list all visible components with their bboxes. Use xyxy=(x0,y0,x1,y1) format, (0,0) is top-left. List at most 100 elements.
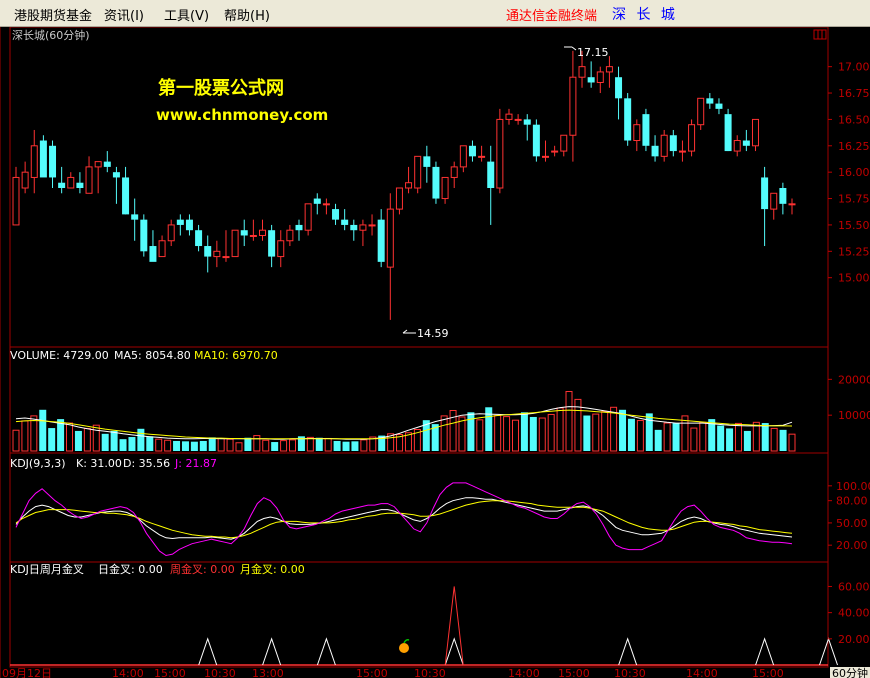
candle-body xyxy=(386,208,394,268)
price-tick-label: 16.75 xyxy=(838,87,870,100)
volume-bar xyxy=(173,440,181,451)
price-tick-label: 17.00 xyxy=(838,61,870,74)
volume-bar xyxy=(280,440,288,452)
candle-body xyxy=(67,176,75,189)
cross-month-label: 月金叉: 0.00 xyxy=(240,562,305,576)
volume-bar xyxy=(128,437,136,451)
volume-bar xyxy=(235,442,243,452)
candle-body xyxy=(706,98,714,104)
candle-body xyxy=(204,246,212,257)
volume-bar xyxy=(788,433,796,452)
volume-bar xyxy=(761,423,769,451)
kdj-tick-label: 50.00 xyxy=(836,517,868,530)
time-tick-label: 14:00 xyxy=(508,667,540,678)
volume-bar xyxy=(440,415,448,452)
price-tick-label: 16.50 xyxy=(838,113,870,126)
volume-bar xyxy=(654,429,662,451)
candle-body xyxy=(642,114,650,146)
menu-bar: 港股期货基金 资讯(I) 工具(V) 帮助(H) 通达信金融终端 深 长 城 xyxy=(0,0,870,27)
volume-bar xyxy=(743,430,751,451)
candle-body xyxy=(377,219,385,262)
volume-bar xyxy=(494,415,502,452)
volume-bar xyxy=(164,439,172,452)
candle-body xyxy=(478,155,486,158)
candle-body xyxy=(122,177,130,215)
volume-bar xyxy=(529,416,537,451)
price-tick-label: 16.00 xyxy=(838,166,870,179)
ma10-label: MA10: 6970.70 xyxy=(194,349,278,362)
kdj-tick-label: 20.00 xyxy=(836,539,868,552)
ma5-label: MA5: 8054.80 xyxy=(114,349,191,362)
volume-bar xyxy=(21,420,29,452)
kdj-d-label: D: 35.56 xyxy=(123,457,170,470)
kdj-j-label: J: 21.87 xyxy=(174,457,217,470)
candle-body xyxy=(788,203,796,206)
cross-tick-label: 60.00 xyxy=(838,580,870,593)
volume-bar xyxy=(556,407,564,452)
candle-body xyxy=(459,145,467,168)
menu-hk-futures[interactable]: 港股期货基金 xyxy=(14,5,92,24)
time-tick-label: 15:00 xyxy=(356,667,388,678)
menu-info[interactable]: 资讯(I) xyxy=(104,5,144,24)
menu-help[interactable]: 帮助(H) xyxy=(224,5,270,24)
period-label[interactable]: 60分钟 xyxy=(832,666,868,678)
cross-panel-labels: KDJ日周月金叉 日金叉: 0.00 周金叉: 0.00 月金叉: 0.00 xyxy=(10,562,305,576)
candle-body xyxy=(761,177,769,210)
candle-body xyxy=(432,166,440,199)
volume-bar xyxy=(66,422,74,452)
volume-bar xyxy=(770,427,778,452)
volume-bar xyxy=(699,421,707,452)
candle-body xyxy=(423,156,431,167)
candle-body xyxy=(350,224,358,231)
volume-bar xyxy=(342,441,350,451)
candle-body xyxy=(450,166,458,178)
volume-tick-label: 10000 xyxy=(838,409,870,422)
volume-bar xyxy=(476,419,484,452)
volume-bar xyxy=(351,441,359,451)
candle-body xyxy=(322,203,330,206)
volume-bar xyxy=(663,422,671,452)
watermark-cn: 第一股票公式网 xyxy=(158,77,284,99)
candle-body xyxy=(21,171,29,189)
volume-bar xyxy=(155,438,163,452)
volume-bar xyxy=(458,416,466,452)
candle-body xyxy=(615,77,623,99)
volume-bar xyxy=(627,418,635,451)
volume-label: VOLUME: 4729.00 xyxy=(10,349,109,362)
kdj-tick-label: 100.00 xyxy=(836,480,870,493)
cross-week-label: 周金叉: 0.00 xyxy=(170,562,235,576)
candle-body xyxy=(715,103,723,109)
candle-body xyxy=(505,113,513,120)
volume-bar xyxy=(752,421,760,452)
volume-bar xyxy=(101,433,109,451)
volume-bar xyxy=(467,412,475,451)
candle-body xyxy=(39,140,47,178)
volume-bar xyxy=(511,419,519,452)
volume-bar xyxy=(146,436,154,451)
candle-body xyxy=(268,230,276,257)
time-tick-label: 15:00 xyxy=(154,667,186,678)
volume-bar xyxy=(289,439,297,452)
volume-bar xyxy=(226,438,234,452)
time-tick-label: 13:00 xyxy=(252,667,284,678)
candle-body xyxy=(395,187,403,210)
cross-name: KDJ日周月金叉 xyxy=(10,562,84,576)
menu-tools[interactable]: 工具(V) xyxy=(164,5,209,24)
candle-body xyxy=(697,97,705,126)
candle-body xyxy=(742,140,750,146)
candle-body xyxy=(542,155,550,158)
candle-body xyxy=(651,145,659,157)
kdj-panel-labels: KDJ(9,3,3) K: 31.00 D: 35.56 J: 21.87 xyxy=(10,457,217,470)
candle-body xyxy=(405,182,413,189)
candle-body xyxy=(669,135,677,152)
volume-bar xyxy=(190,441,198,451)
candle-body xyxy=(514,118,522,121)
volume-bar xyxy=(360,439,368,452)
chart-area: 深长城(60分钟) 第一股票公式网 www.chnmoney.com 15.00… xyxy=(0,27,870,678)
volume-bar xyxy=(217,437,225,452)
candle-body xyxy=(94,161,102,168)
candle-body xyxy=(49,145,57,178)
volume-bar xyxy=(83,427,91,452)
candle-body xyxy=(258,229,266,236)
volume-bar xyxy=(208,437,216,451)
